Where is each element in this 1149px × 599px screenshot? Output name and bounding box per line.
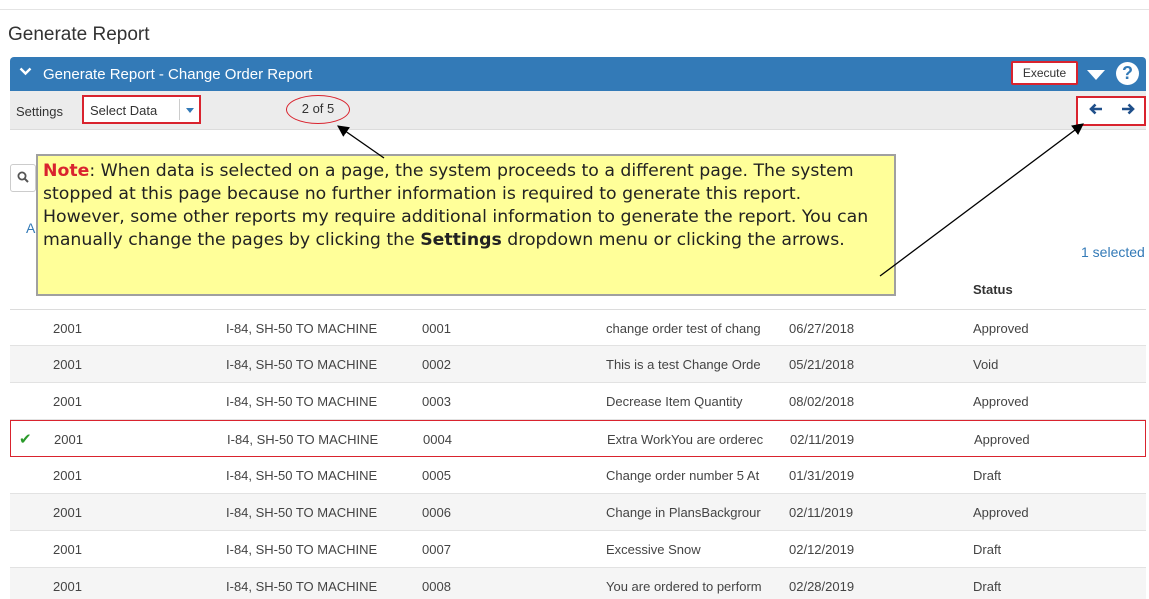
selected-count[interactable]: 1 selected: [1081, 244, 1145, 260]
cell-number: 0006: [422, 505, 451, 520]
table-row[interactable]: 2001 I-84, SH-50 TO MACHINE 0006 Change …: [10, 494, 1146, 531]
partial-link-text[interactable]: A: [26, 220, 35, 236]
execute-button[interactable]: Execute: [1011, 61, 1078, 85]
cell-year: 2001: [53, 468, 82, 483]
dropdown-separator: [179, 99, 180, 120]
cell-date: 02/11/2019: [789, 505, 854, 520]
cell-description: Extra WorkYou are orderec: [607, 432, 764, 447]
cell-status: Approved: [973, 321, 1029, 336]
cell-description: change order test of chang: [606, 321, 761, 336]
cell-year: 2001: [53, 321, 82, 336]
cell-year: 2001: [54, 432, 83, 447]
cell-date: 01/31/2019: [789, 468, 855, 483]
note-callout: Note: When data is selected on a page, t…: [36, 154, 896, 296]
checkmark-icon: ✔: [19, 431, 32, 448]
cell-project: I-84, SH-50 TO MACHINE: [226, 468, 378, 483]
cell-project: I-84, SH-50 TO MACHINE: [226, 394, 378, 409]
cell-description: Excessive Snow: [606, 542, 701, 557]
cell-project: I-84, SH-50 TO MACHINE: [226, 321, 378, 336]
cell-status: Approved: [973, 505, 1029, 520]
cell-status: Draft: [973, 542, 1002, 557]
select-value: Select Data: [90, 103, 158, 118]
cell-description: Decrease Item Quantity: [606, 394, 743, 409]
note-label: Note: [43, 161, 90, 181]
cell-number: 0007: [422, 542, 451, 557]
cell-year: 2001: [53, 542, 82, 557]
page-indicator: 2 of 5: [286, 95, 350, 124]
cell-project: I-84, SH-50 TO MACHINE: [227, 432, 379, 447]
cell-status: Void: [973, 357, 999, 372]
settings-bar: Settings Select Data 2 of 5: [10, 91, 1146, 130]
cell-description: This is a test Change Orde: [606, 357, 761, 372]
top-divider: [0, 9, 1149, 10]
cell-number: 0003: [422, 394, 451, 409]
cell-year: 2001: [53, 579, 82, 594]
search-icon[interactable]: [10, 164, 36, 192]
cell-year: 2001: [53, 394, 82, 409]
cell-year: 2001: [53, 357, 82, 372]
cell-number: 0001: [422, 321, 451, 336]
cell-date: 02/11/2019: [790, 432, 855, 447]
cell-number: 0008: [422, 579, 451, 594]
column-header-status[interactable]: Status: [973, 282, 1013, 297]
cell-date: 05/21/2018: [789, 357, 855, 372]
cell-status: Approved: [973, 394, 1029, 409]
cell-status: Draft: [973, 579, 1002, 594]
cell-description: You are ordered to perform: [606, 579, 762, 594]
note-settings-word: Settings: [420, 230, 502, 250]
table-row[interactable]: 2001 I-84, SH-50 TO MACHINE 0008 You are…: [10, 568, 1146, 599]
settings-label: Settings: [16, 104, 63, 119]
cell-status: Approved: [974, 432, 1030, 447]
cell-project: I-84, SH-50 TO MACHINE: [226, 579, 378, 594]
table-row[interactable]: 2001 I-84, SH-50 TO MACHINE 0005 Change …: [10, 457, 1146, 494]
chevron-down-icon[interactable]: [19, 64, 32, 84]
cell-project: I-84, SH-50 TO MACHINE: [226, 357, 378, 372]
triangle-down-icon[interactable]: [1087, 70, 1105, 80]
cell-number: 0004: [423, 432, 452, 447]
table-row[interactable]: 2001 I-84, SH-50 TO MACHINE 0007 Excessi…: [10, 531, 1146, 568]
table-row[interactable]: 2001 I-84, SH-50 TO MACHINE 0002 This is…: [10, 346, 1146, 383]
panel-title: Generate Report - Change Order Report: [43, 66, 313, 83]
page-nav-arrows: [1076, 96, 1146, 126]
cell-number: 0002: [422, 357, 451, 372]
arrow-to-nav-arrows: [879, 123, 1084, 277]
cell-date: 06/27/2018: [789, 321, 855, 336]
caret-down-icon[interactable]: [186, 108, 194, 113]
report-panel-header[interactable]: Generate Report - Change Order Report Ex…: [10, 57, 1146, 91]
table-row[interactable]: 2001 I-84, SH-50 TO MACHINE 0003 Decreas…: [10, 383, 1146, 420]
arrow-left-icon[interactable]: [1082, 101, 1110, 121]
note-text-end: dropdown menu or clicking the arrows.: [501, 230, 845, 250]
question-circle-icon[interactable]: ?: [1116, 62, 1139, 85]
cell-number: 0005: [422, 468, 451, 483]
page-title: Generate Report: [8, 24, 150, 45]
cell-status: Draft: [973, 468, 1002, 483]
cell-description: Change in PlansBackgrour: [606, 505, 761, 520]
cell-description: Change order number 5 At: [606, 468, 760, 483]
cell-date: 08/02/2018: [789, 394, 855, 409]
cell-project: I-84, SH-50 TO MACHINE: [226, 505, 378, 520]
cell-date: 02/12/2019: [789, 542, 855, 557]
change-order-list: 2001 I-84, SH-50 TO MACHINE 0001 change …: [10, 309, 1146, 599]
select-data-dropdown[interactable]: Select Data: [82, 95, 201, 124]
cell-date: 02/28/2019: [789, 579, 855, 594]
cell-project: I-84, SH-50 TO MACHINE: [226, 542, 378, 557]
cell-year: 2001: [53, 505, 82, 520]
table-row[interactable]: 2001 I-84, SH-50 TO MACHINE 0001 change …: [10, 309, 1146, 346]
arrow-right-icon[interactable]: [1114, 101, 1142, 121]
table-row-selected[interactable]: ✔ 2001 I-84, SH-50 TO MACHINE 0004 Extra…: [10, 420, 1146, 457]
